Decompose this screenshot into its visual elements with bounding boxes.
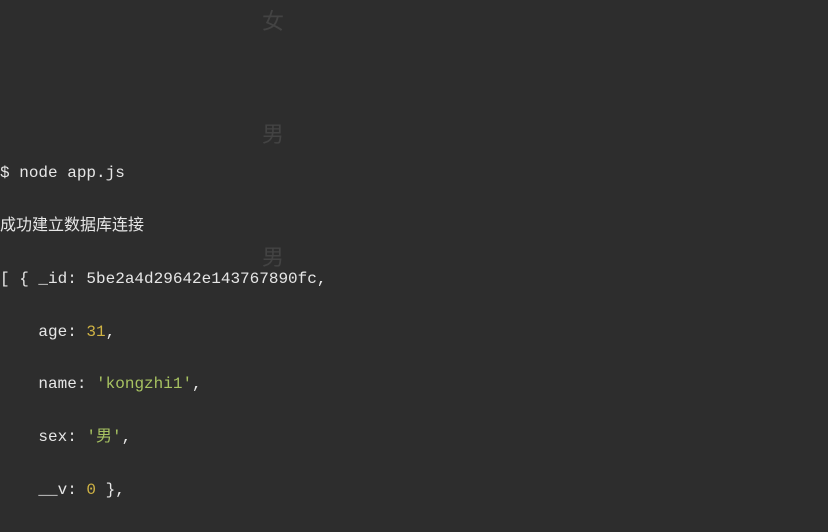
age-value: 31 bbox=[86, 323, 105, 341]
connection-message: 成功建立数据库连接 bbox=[0, 213, 828, 239]
age-label: age: bbox=[38, 323, 76, 341]
command-line: $ node app.js bbox=[0, 160, 828, 186]
output-line: sex: '男', bbox=[0, 424, 828, 450]
sex-label: sex: bbox=[38, 428, 76, 446]
output-line: age: 31, bbox=[0, 319, 828, 345]
output-line: [ { _id: 5be2a4d29642e143767890fc, bbox=[0, 266, 828, 292]
id-label: _id: bbox=[38, 270, 76, 288]
name-label: name: bbox=[38, 375, 86, 393]
output-line: name: 'kongzhi1', bbox=[0, 371, 828, 397]
watermark-text: 女 bbox=[262, 4, 284, 40]
watermark-text: 男 bbox=[262, 117, 284, 153]
id-value: 5be2a4d29642e143767890fc bbox=[86, 270, 316, 288]
v-value: 0 bbox=[86, 481, 96, 499]
prompt-symbol: $ bbox=[0, 164, 10, 182]
v-label: __v: bbox=[38, 481, 76, 499]
name-value: 'kongzhi1' bbox=[96, 375, 192, 393]
sex-value: '男' bbox=[86, 428, 121, 446]
terminal-output: 女 男 男 $ node app.js 成功建立数据库连接 [ { _id: 5… bbox=[0, 0, 828, 532]
command-text: node app.js bbox=[19, 164, 125, 182]
output-line: __v: 0 }, bbox=[0, 477, 828, 503]
